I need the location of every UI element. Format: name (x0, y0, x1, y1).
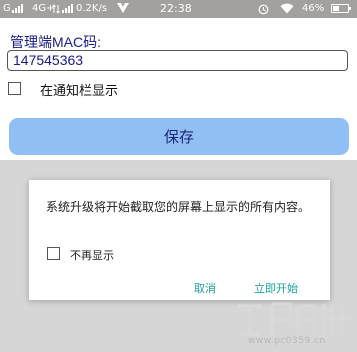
signal-icon (62, 3, 73, 13)
wifi-icon (280, 3, 294, 14)
show-in-notification-label[interactable]: 在通知栏显示 (40, 80, 118, 99)
dont-show-again-label[interactable]: 不再显示 (70, 247, 114, 263)
start-now-button[interactable]: 立即开始 (254, 280, 298, 296)
dont-show-again-checkbox[interactable] (47, 247, 60, 260)
watermark-url: www.pc0359.cn (248, 336, 326, 346)
carrier-label: G (3, 3, 11, 14)
dialog-message: 系统升级将开始截取您的屏幕上显示的所有内容。 (46, 200, 311, 214)
status-bar: G 4G+ 0.2K/s 22:38 46% (0, 0, 357, 18)
mac-code-label: 管理端MAC码: (10, 34, 101, 50)
clock: 22:38 (160, 2, 192, 15)
battery-percent: 46% (302, 3, 325, 14)
cancel-button[interactable]: 取消 (194, 280, 216, 296)
alarm-icon (258, 4, 269, 15)
save-button[interactable]: 保存 (9, 118, 349, 155)
show-in-notification-checkbox[interactable] (8, 82, 21, 95)
network-speed: 0.2K/s (76, 3, 108, 14)
mac-code-input[interactable]: 147545363 (7, 50, 348, 71)
data-arrows-icon (52, 4, 60, 14)
app-notification-icon (117, 3, 129, 13)
battery-icon (331, 4, 351, 13)
screen-capture-dialog: 系统升级将开始截取您的屏幕上显示的所有内容。 不再显示 取消 立即开始 (29, 180, 330, 300)
signal-icon (12, 3, 23, 13)
